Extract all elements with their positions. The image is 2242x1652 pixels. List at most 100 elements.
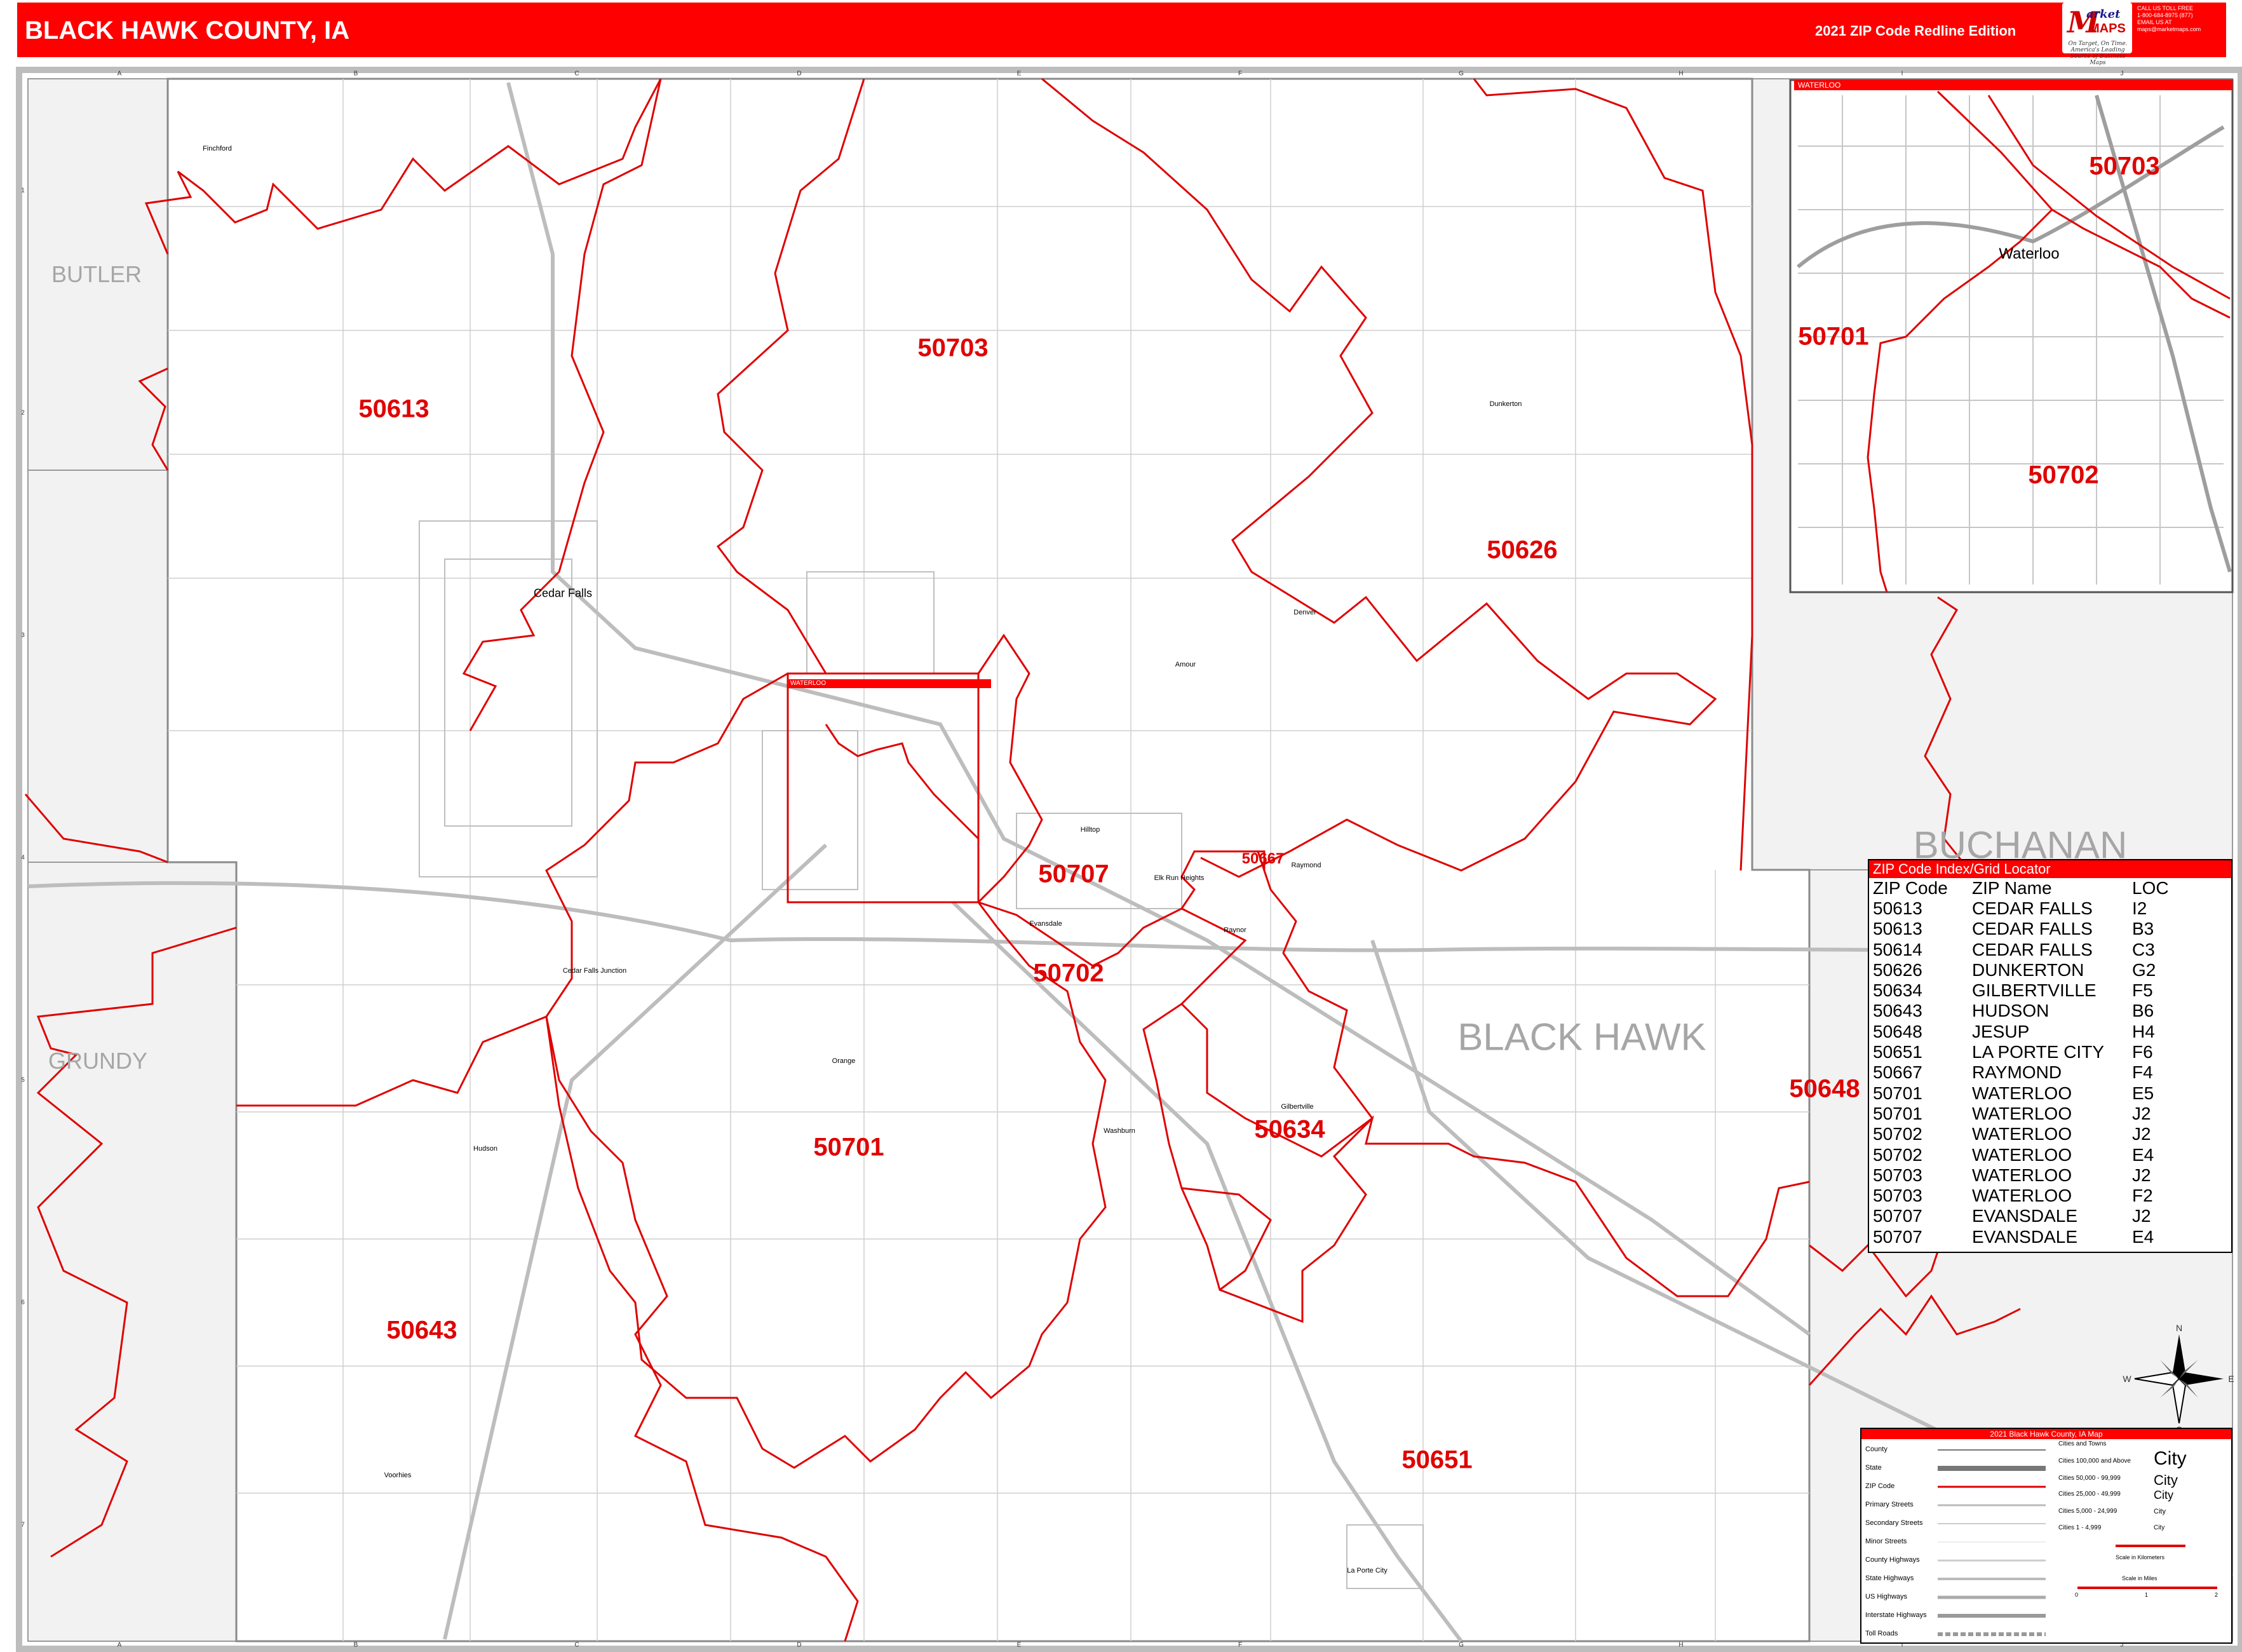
zip-index-row[interactable]: 50613 CEDAR FALLS B3 bbox=[1869, 919, 2231, 939]
zip-label[interactable]: 50702 bbox=[1033, 959, 1104, 988]
zip-code-cell: 50702 bbox=[1873, 1124, 1922, 1144]
zip-index-row[interactable]: 50614 CEDAR FALLS C3 bbox=[1869, 940, 2231, 960]
loc-cell: F5 bbox=[2132, 980, 2153, 1001]
zip-index-panel: ZIP Code Index/Grid Locator ZIP Code ZIP… bbox=[1868, 859, 2232, 1253]
scale-tick: 0 bbox=[2075, 1592, 2079, 1598]
zip-name-cell: GILBERTVILLE bbox=[1972, 980, 2097, 1001]
grid-col-f: F bbox=[1238, 70, 1243, 78]
zip-index-row[interactable]: 50634 GILBERTVILLE F5 bbox=[1869, 980, 2231, 1001]
zip-index-row[interactable]: 50701 WATERLOO J2 bbox=[1869, 1104, 2231, 1124]
zip-label[interactable]: 50667 bbox=[1242, 850, 1285, 868]
inset-marker-label: WATERLOO bbox=[788, 679, 991, 688]
zip-code-cell: 50707 bbox=[1873, 1226, 1922, 1247]
zip-index-row[interactable]: 50701 WATERLOO E5 bbox=[1869, 1083, 2231, 1104]
legend-cities-header: Cities and Towns bbox=[2058, 1440, 2107, 1447]
zip-name-cell: WATERLOO bbox=[1972, 1165, 2072, 1185]
loc-cell: J2 bbox=[2132, 1206, 2151, 1226]
zip-label[interactable]: 50626 bbox=[1487, 536, 1557, 565]
zip-code-cell: 50634 bbox=[1873, 980, 1922, 1001]
zip-code-cell: 50613 bbox=[1873, 919, 1922, 939]
grid-col-j: J bbox=[2120, 70, 2124, 78]
zip-code-cell: 50614 bbox=[1873, 939, 1922, 959]
city-evansdale: Evansdale bbox=[1029, 920, 1062, 928]
city-la-porte-city: La Porte City bbox=[1347, 1567, 1388, 1574]
grid-col-h: H bbox=[1678, 70, 1684, 78]
city-raymond: Raymond bbox=[1291, 862, 1321, 869]
zip-index-row[interactable]: 50651 LA PORTE CITY F6 bbox=[1869, 1042, 2231, 1062]
zip-name-cell: DUNKERTON bbox=[1972, 959, 2084, 980]
scale-tick: 2 bbox=[2215, 1592, 2218, 1598]
zip-label[interactable]: 50703 bbox=[917, 334, 988, 363]
city-denver: Denver bbox=[1293, 609, 1316, 616]
zip-label[interactable]: 50613 bbox=[358, 395, 429, 424]
zip-index-row[interactable]: 50702 WATERLOO E4 bbox=[1869, 1145, 2231, 1165]
scale-tick: 1 bbox=[2145, 1592, 2149, 1598]
zip-name-cell: WATERLOO bbox=[1972, 1083, 2072, 1103]
grid-row-4: 4 bbox=[21, 854, 25, 862]
legend-city-size: Cities 25,000 - 49,999 bbox=[2058, 1491, 2121, 1498]
legend-city-size: Cities 1 - 4,999 bbox=[2058, 1524, 2102, 1531]
city-hudson: Hudson bbox=[473, 1145, 497, 1153]
zip-label[interactable]: 50643 bbox=[386, 1317, 457, 1345]
zip-index-row[interactable]: 50702 WATERLOO J2 bbox=[1869, 1124, 2231, 1144]
compass-e: E bbox=[2228, 1374, 2234, 1384]
zip-name-cell: WATERLOO bbox=[1972, 1144, 2072, 1165]
loc-cell: F4 bbox=[2132, 1062, 2153, 1083]
zip-name-cell: WATERLOO bbox=[1972, 1186, 2072, 1206]
col-header-zip: ZIP Code bbox=[1873, 878, 1948, 898]
legend-city-size: Cities 100,000 and Above bbox=[2058, 1458, 2131, 1465]
black-hawk-county-boundary bbox=[166, 78, 1811, 1642]
zip-index-row[interactable]: 50707 EVANSDALE E4 bbox=[1869, 1227, 2231, 1247]
county-label-butler: BUTLER bbox=[51, 261, 142, 287]
grid-col-c-bottom: C bbox=[574, 1641, 579, 1649]
loc-cell: G2 bbox=[2132, 959, 2156, 980]
legend-city-demo: City bbox=[2154, 1508, 2166, 1515]
legend-city-demo: City bbox=[2154, 1448, 2187, 1469]
city-raynor: Raynor bbox=[1224, 926, 1246, 934]
zip-index-row[interactable]: 50613 CEDAR FALLS I2 bbox=[1869, 898, 2231, 919]
zip-index-row[interactable]: 50667 RAYMOND F4 bbox=[1869, 1062, 2231, 1083]
grid-col-c: C bbox=[574, 70, 579, 78]
city-voorhies: Voorhies bbox=[384, 1472, 412, 1479]
zip-index-row[interactable]: 50626 DUNKERTON G2 bbox=[1869, 960, 2231, 980]
city-finchford: Finchford bbox=[203, 145, 232, 152]
zip-index-row[interactable]: 50703 WATERLOO F2 bbox=[1869, 1186, 2231, 1206]
city-gilbertville: Gilbertville bbox=[1281, 1103, 1314, 1111]
city-orange: Orange bbox=[832, 1057, 856, 1065]
grid-col-h-bottom: H bbox=[1678, 1641, 1684, 1649]
zip-code-cell: 50701 bbox=[1873, 1103, 1922, 1123]
grid-col-e: E bbox=[1016, 70, 1022, 78]
zip-name-cell: EVANSDALE bbox=[1972, 1206, 2077, 1226]
compass-n: N bbox=[2175, 1323, 2183, 1333]
grid-col-b: B bbox=[353, 70, 358, 78]
loc-cell: J2 bbox=[2132, 1165, 2151, 1185]
zip-label[interactable]: 50707 bbox=[1038, 860, 1109, 889]
zip-name-cell: CEDAR FALLS bbox=[1972, 898, 2093, 918]
grid-col-b-bottom: B bbox=[353, 1641, 358, 1649]
zip-index-row[interactable]: 50643 HUDSON B6 bbox=[1869, 1001, 2231, 1021]
zip-label[interactable]: 50701 bbox=[813, 1134, 884, 1162]
inset-zip-label[interactable]: 50702 bbox=[2028, 461, 2098, 490]
legend-city-size: Cities 5,000 - 24,999 bbox=[2058, 1508, 2117, 1515]
zip-index-row[interactable]: 50703 WATERLOO J2 bbox=[1869, 1165, 2231, 1186]
col-header-loc: LOC bbox=[2132, 878, 2169, 898]
loc-cell: B3 bbox=[2132, 919, 2154, 939]
zip-index-rows: 50613 CEDAR FALLS I2 50613 CEDAR FALLS B3 5061… bbox=[1869, 898, 2231, 1247]
grid-row-2: 2 bbox=[21, 409, 25, 417]
inset-zip-label[interactable]: 50701 bbox=[1798, 323, 1868, 351]
grid-col-d-bottom: D bbox=[797, 1641, 802, 1649]
zip-label[interactable]: 50648 bbox=[1789, 1075, 1860, 1104]
zip-index-row[interactable]: 50648 JESUP H4 bbox=[1869, 1022, 2231, 1042]
zip-name-cell: JESUP bbox=[1972, 1021, 2030, 1041]
county-map[interactable] bbox=[0, 0, 2242, 1652]
legend-city-demo: City bbox=[2154, 1524, 2165, 1531]
zip-index-row[interactable]: 50707 EVANSDALE J2 bbox=[1869, 1206, 2231, 1226]
compass-w: W bbox=[2123, 1374, 2131, 1384]
zip-label[interactable]: 50634 bbox=[1254, 1116, 1325, 1144]
grid-col-d: D bbox=[797, 70, 802, 78]
inset-zip-label[interactable]: 50703 bbox=[2089, 152, 2159, 181]
loc-cell: E4 bbox=[2132, 1226, 2154, 1247]
zip-label[interactable]: 50651 bbox=[1401, 1446, 1472, 1475]
zip-code-cell: 50707 bbox=[1873, 1206, 1922, 1226]
zip-name-cell: CEDAR FALLS bbox=[1972, 919, 2093, 939]
